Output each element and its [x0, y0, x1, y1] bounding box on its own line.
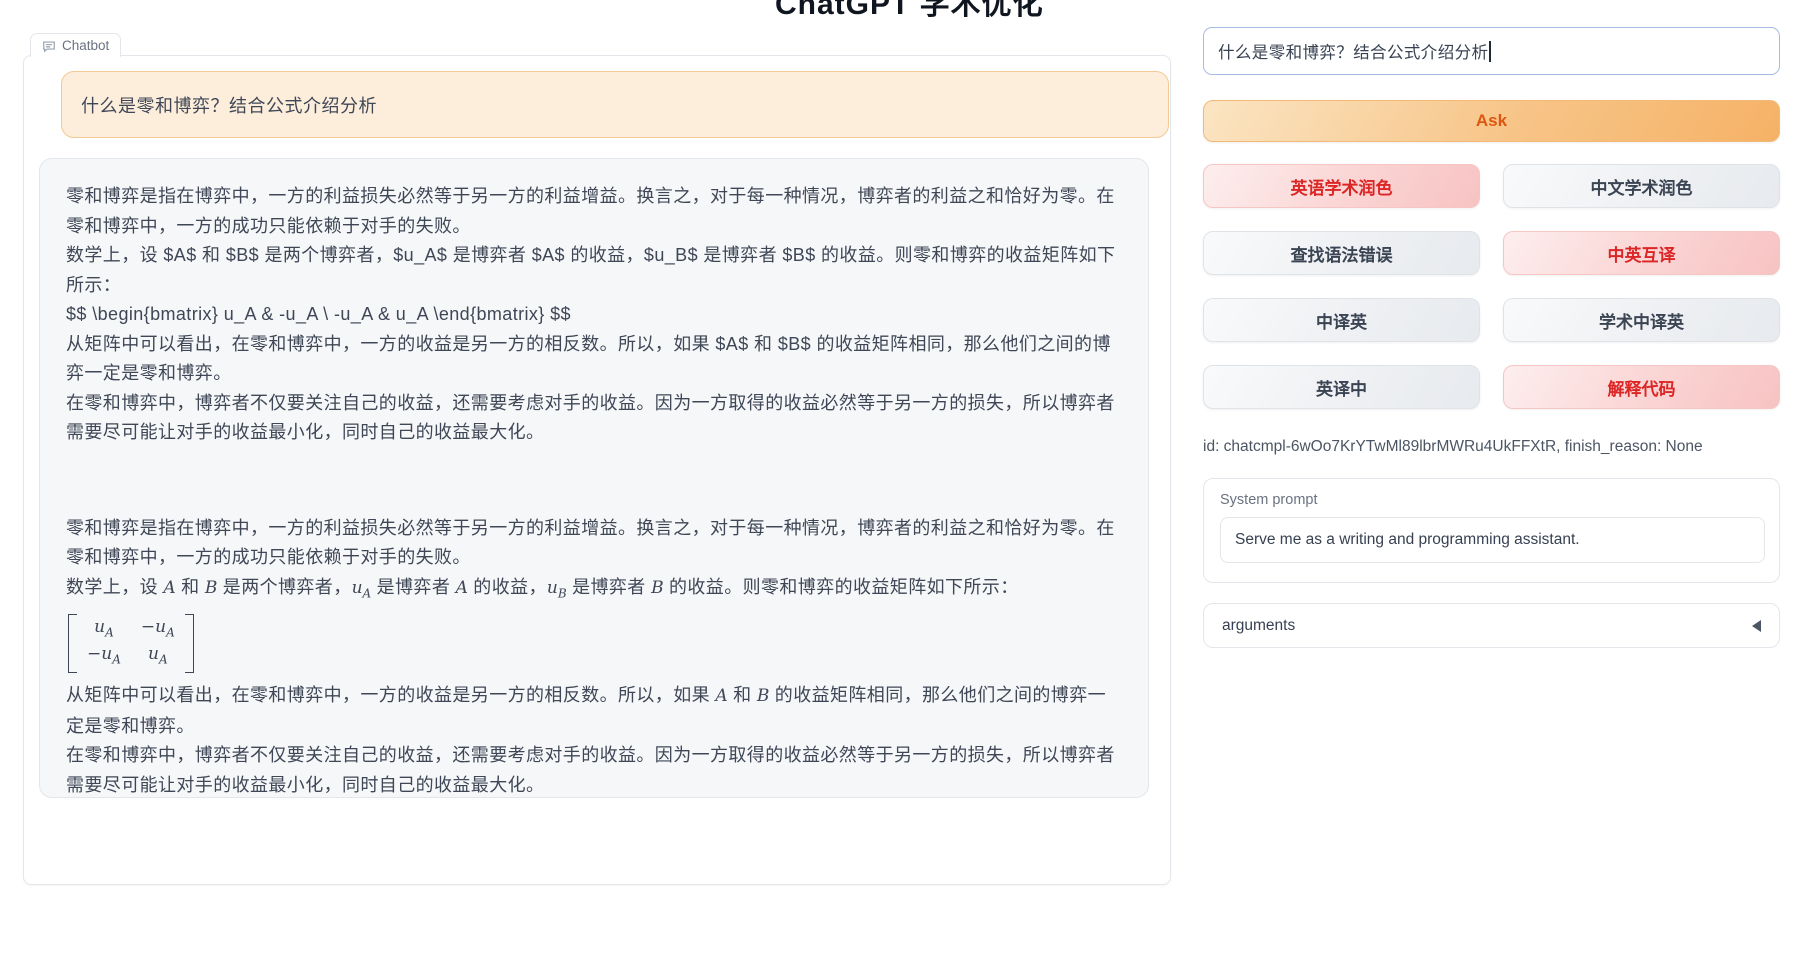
- bot-message-content: 零和博弈是指在博弈中，一方的利益损失必然等于另一方的利益增益。换言之，对于每一种…: [66, 182, 1120, 798]
- message-paragraph: 从矩阵中可以看出，在零和博弈中，一方的收益是另一方的相反数。所以，如果 $A$ …: [66, 330, 1120, 389]
- page-title: ChatGPT 学术优化: [775, 0, 1044, 23]
- function-button-5[interactable]: 中译英: [1203, 298, 1480, 342]
- system-prompt-label: System prompt: [1220, 492, 1763, 508]
- payoff-matrix: uA−uA−uAuA: [68, 614, 194, 673]
- matrix-cell: uA: [87, 617, 121, 643]
- message-paragraph: 在零和博弈中，博弈者不仅要关注自己的收益，还需要考虑对手的收益。因为一方取得的收…: [66, 389, 1120, 448]
- status-line: id: chatcmpl-6wOo7KrYTwMl89lbrMWRu4UkFFX…: [1203, 438, 1793, 456]
- ask-button[interactable]: Ask: [1203, 100, 1780, 142]
- function-button-4[interactable]: 中英互译: [1503, 231, 1780, 275]
- function-button-3[interactable]: 查找语法错误: [1203, 231, 1480, 275]
- function-button-6[interactable]: 学术中译英: [1503, 298, 1780, 342]
- chatbot-panel: 什么是零和博弈？结合公式介绍分析 零和博弈是指在博弈中，一方的利益损失必然等于另…: [23, 55, 1171, 885]
- matrix-cell: uA: [141, 644, 175, 670]
- system-prompt-value: Serve me as a writing and programming as…: [1235, 531, 1580, 549]
- user-message-text: 什么是零和博弈？结合公式介绍分析: [81, 92, 377, 118]
- matrix-cell: −uA: [141, 617, 175, 643]
- message-paragraph: 在零和博弈中，博弈者不仅要关注自己的收益，还需要考虑对手的收益。因为一方取得的收…: [66, 741, 1120, 798]
- arguments-accordion[interactable]: arguments: [1203, 603, 1780, 648]
- function-button-grid: 英语学术润色中文学术润色查找语法错误中英互译中译英学术中译英英译中解释代码: [1203, 164, 1780, 409]
- function-button-8[interactable]: 解释代码: [1503, 365, 1780, 409]
- question-input[interactable]: 什么是零和博弈？结合公式介绍分析: [1203, 27, 1780, 75]
- message-paragraph: 零和博弈是指在博弈中，一方的利益损失必然等于另一方的利益增益。换言之，对于每一种…: [66, 514, 1120, 573]
- system-prompt-card: System prompt Serve me as a writing and …: [1203, 478, 1780, 583]
- question-input-value: 什么是零和博弈？结合公式介绍分析: [1218, 39, 1488, 63]
- message-paragraph: $$ \begin{bmatrix} u_A & -u_A \ -u_A & u…: [66, 300, 1120, 330]
- chat-bubble-icon: [42, 39, 56, 53]
- arguments-accordion-label: arguments: [1222, 617, 1295, 635]
- chatbot-panel-label-text: Chatbot: [62, 38, 109, 53]
- accordion-collapsed-arrow-icon: [1752, 620, 1761, 632]
- bot-message-bubble: 零和博弈是指在博弈中，一方的利益损失必然等于另一方的利益增益。换言之，对于每一种…: [39, 158, 1149, 798]
- user-message-bubble: 什么是零和博弈？结合公式介绍分析: [61, 71, 1169, 138]
- text-cursor: [1489, 41, 1491, 62]
- matrix-entries: uA−uA−uAuA: [77, 614, 185, 673]
- message-blank-lines: [66, 448, 1120, 514]
- matrix-cell: −uA: [87, 644, 121, 670]
- matrix-right-bracket: [185, 614, 194, 673]
- function-button-2[interactable]: 中文学术润色: [1503, 164, 1780, 208]
- ask-button-label: Ask: [1476, 111, 1507, 131]
- message-paragraph: 数学上，设 A 和 B 是两个博弈者，uA 是博弈者 A 的收益，uB 是博弈者…: [66, 573, 1120, 609]
- chatbot-panel-label: Chatbot: [30, 33, 121, 57]
- message-paragraph: 零和博弈是指在博弈中，一方的利益损失必然等于另一方的利益增益。换言之，对于每一种…: [66, 182, 1120, 241]
- message-paragraph: 从矩阵中可以看出，在零和博弈中，一方的收益是另一方的相反数。所以，如果 A 和 …: [66, 681, 1120, 741]
- function-button-1[interactable]: 英语学术润色: [1203, 164, 1480, 208]
- message-paragraph: 数学上，设 $A$ 和 $B$ 是两个博弈者，$u_A$ 是博弈者 $A$ 的收…: [66, 241, 1120, 300]
- function-button-7[interactable]: 英译中: [1203, 365, 1480, 409]
- matrix-left-bracket: [68, 614, 77, 673]
- system-prompt-input[interactable]: Serve me as a writing and programming as…: [1220, 517, 1765, 563]
